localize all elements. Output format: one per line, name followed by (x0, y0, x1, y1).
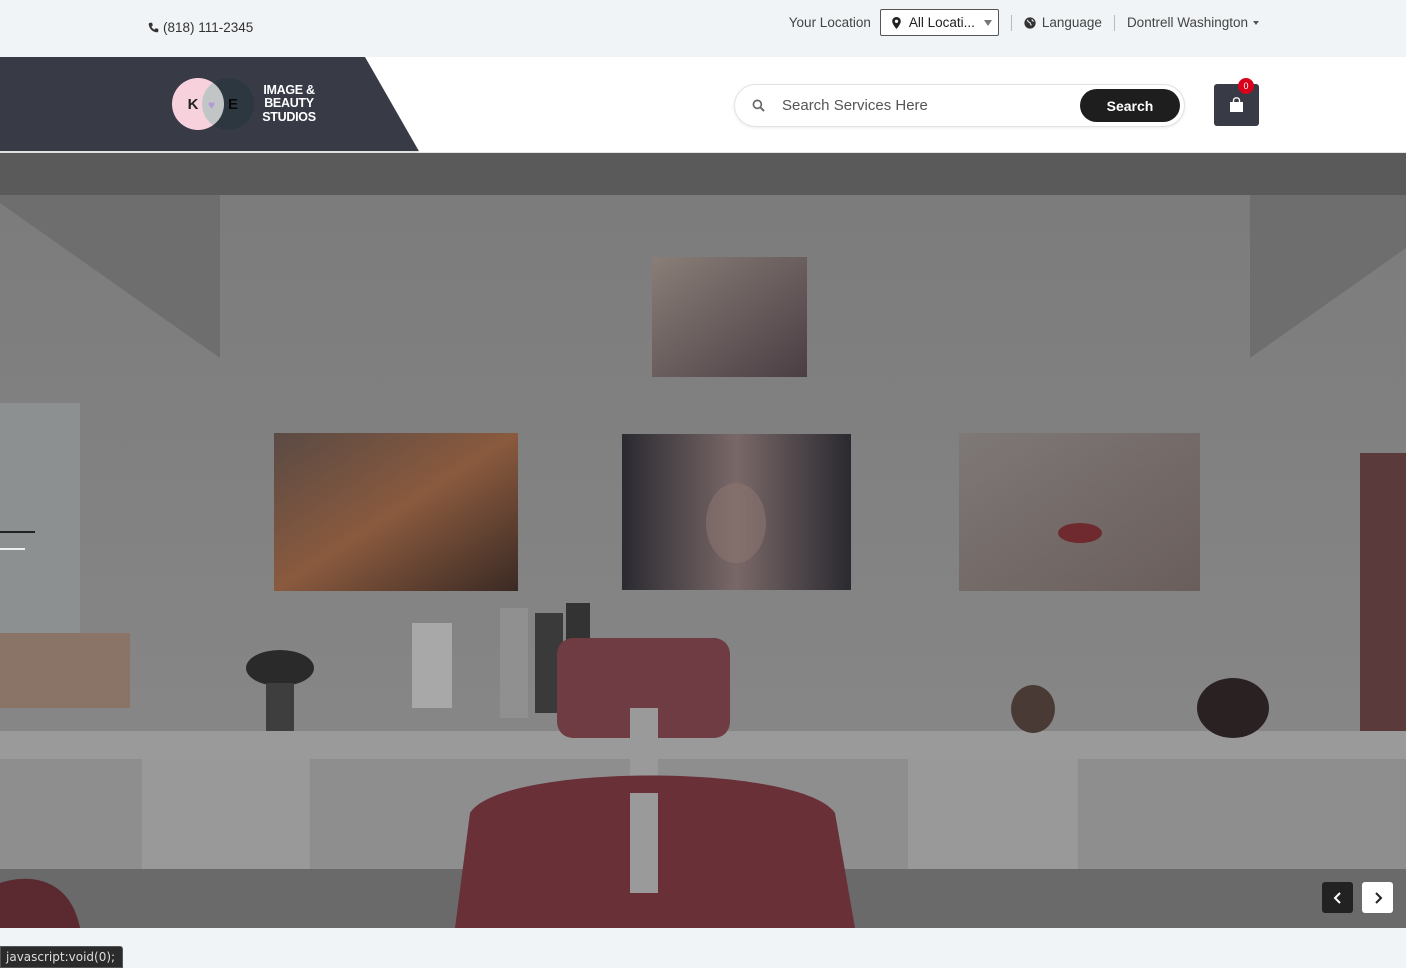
search-icon (752, 99, 765, 112)
logo-text-line: STUDIOS (262, 109, 316, 124)
location-select-value: All Locati... (908, 15, 975, 30)
language-label: Language (1041, 15, 1102, 30)
caret-down-icon (1253, 20, 1259, 25)
chevron-right-icon (1374, 891, 1382, 904)
phone-icon (148, 22, 159, 33)
hero-slider (0, 153, 1406, 928)
page-content-start (0, 928, 1406, 968)
globe-icon (1024, 16, 1036, 29)
divider (1010, 14, 1012, 31)
search-bar: Search (734, 84, 1185, 127)
cart-button[interactable]: 0 (1214, 78, 1259, 126)
slider-prev-button[interactable] (1322, 882, 1353, 913)
search-button[interactable]: Search (1080, 89, 1180, 122)
phone-number: (818) 111-2345 (163, 20, 254, 35)
slide-indicator (0, 548, 25, 550)
logo-text-line: IMAGE & (263, 82, 315, 97)
chevron-left-icon (1333, 891, 1341, 904)
logo-letter-k: K (187, 95, 199, 113)
site-logo[interactable]: K E ♥ IMAGE & BEAUTY STUDIOS (172, 78, 320, 130)
logo-letter-e: E (227, 95, 238, 113)
location-select[interactable]: All Locati... (879, 9, 999, 36)
main-header: K E ♥ IMAGE & BEAUTY STUDIOS Search 0 (0, 57, 1406, 153)
heart-icon: ♥ (208, 98, 216, 112)
slider-next-button[interactable] (1362, 882, 1393, 913)
user-menu[interactable]: Dontrell Washington (1127, 15, 1259, 30)
phone-contact[interactable]: (818) 111-2345 (148, 20, 253, 35)
search-input[interactable] (782, 97, 1080, 114)
logo-text: IMAGE & BEAUTY STUDIOS (258, 82, 320, 125)
logo-text-line: BEAUTY (264, 96, 314, 111)
user-name: Dontrell Washington (1126, 15, 1248, 30)
map-pin-icon (892, 16, 901, 29)
slide-indicator (0, 531, 35, 533)
top-bar: (818) 111-2345 Your Location All Locati.… (0, 0, 1406, 57)
logo-mark: K E ♥ (172, 78, 254, 130)
divider (1113, 14, 1115, 31)
cart-count-badge: 0 (1238, 78, 1254, 94)
salon-hero-image (0, 153, 1406, 928)
chevron-down-icon (983, 19, 992, 26)
location-label: Your Location (788, 15, 871, 30)
browser-status-bar: javascript:void(0); (0, 946, 124, 968)
shopping-bag-icon (1230, 97, 1243, 112)
top-right-controls: Your Location All Locati... Language Don… (789, 9, 1259, 36)
language-menu[interactable]: Language (1024, 15, 1102, 30)
